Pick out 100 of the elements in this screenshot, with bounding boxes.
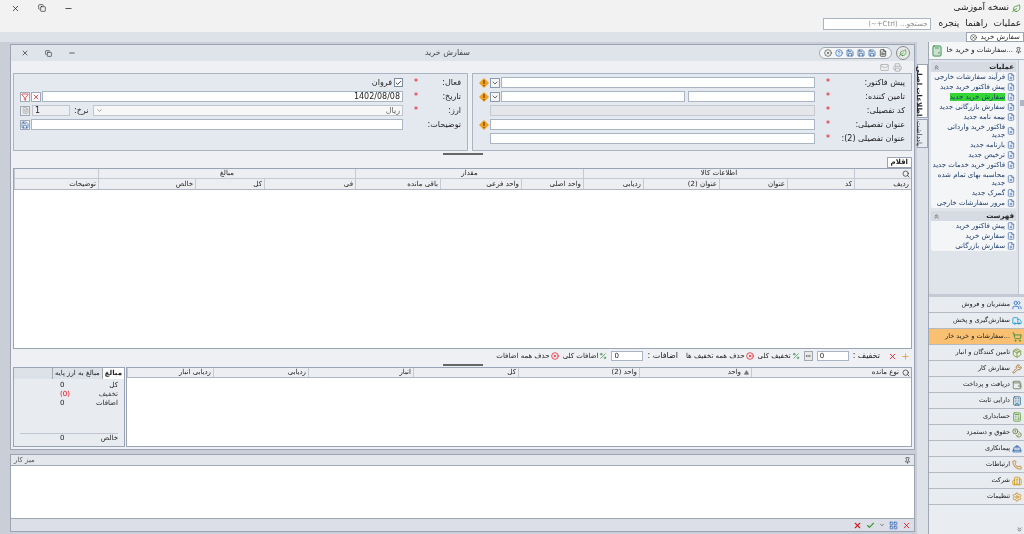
- pin-icon[interactable]: [1015, 47, 1022, 54]
- document-icon: [1007, 93, 1015, 101]
- save-icon[interactable]: [857, 49, 865, 57]
- field-label: توضیحات:: [426, 118, 461, 131]
- calculator-icon: [1012, 411, 1022, 422]
- checkbox-label: فروان: [371, 76, 392, 89]
- required-mark: *: [826, 90, 830, 103]
- chevron-icon[interactable]: [1016, 526, 1023, 533]
- delete-icon[interactable]: [853, 520, 862, 530]
- caret-icon: [95, 107, 103, 114]
- grid-icon[interactable]: [889, 520, 898, 530]
- truck-icon: [1012, 315, 1022, 326]
- warning-icon: [479, 119, 489, 130]
- save-icon[interactable]: [846, 49, 854, 57]
- scrollbar-thumb[interactable]: [1019, 100, 1024, 106]
- splitter-grip[interactable]: [442, 152, 483, 155]
- document-icon: [1007, 161, 1015, 169]
- phone-icon: [1012, 459, 1022, 470]
- caret-icon[interactable]: [879, 522, 885, 528]
- field-label: کد تفصیلی:: [865, 104, 905, 117]
- restore-icon[interactable]: [45, 49, 52, 57]
- document-icon: [1007, 151, 1015, 159]
- required-mark: *: [414, 76, 418, 89]
- document-icon: [1007, 232, 1015, 240]
- menu-item[interactable]: پنجره: [938, 17, 960, 31]
- save-button[interactable]: [20, 119, 30, 130]
- document-icon: [1007, 127, 1015, 135]
- app-title: نسخه آموزشی: [953, 1, 1009, 15]
- close-icon[interactable]: [902, 520, 911, 530]
- warning-icon: [479, 77, 489, 88]
- wrench-icon: [1012, 363, 1022, 374]
- combo-field[interactable]: [501, 77, 815, 88]
- wallet-icon: [1012, 379, 1022, 390]
- required-mark: *: [826, 118, 830, 131]
- warning-icon: [479, 91, 489, 102]
- dropdown-button[interactable]: [490, 91, 500, 102]
- menu-item[interactable]: عملیات: [993, 17, 1021, 31]
- required-mark: *: [826, 132, 830, 145]
- combo-field[interactable]: [501, 91, 685, 102]
- collapse-icon[interactable]: [933, 63, 940, 71]
- sort-icon[interactable]: [744, 370, 749, 375]
- text-field[interactable]: [490, 133, 815, 144]
- close-icon[interactable]: [11, 3, 20, 13]
- restore-icon[interactable]: [38, 4, 46, 12]
- calculator-icon: [931, 44, 943, 57]
- code-field[interactable]: [688, 91, 815, 102]
- ellipsis-button[interactable]: [803, 351, 813, 361]
- currency-combo[interactable]: ریال: [92, 105, 403, 116]
- date-field[interactable]: 1402/08/08: [42, 91, 403, 102]
- checkbox[interactable]: [394, 78, 403, 87]
- field-label: فعال:: [441, 76, 461, 89]
- field-label: عنوان تفصیلی (2):: [840, 132, 905, 145]
- clear-button[interactable]: [31, 91, 41, 102]
- menu-item[interactable]: راهنما: [965, 17, 988, 31]
- delete-icon[interactable]: [888, 351, 897, 361]
- app-logo-icon: [1012, 3, 1021, 13]
- field-label: عنوان تفصیلی:: [854, 118, 905, 131]
- document-icon: [1007, 199, 1015, 207]
- remove-icon: [745, 352, 754, 360]
- text-field[interactable]: [490, 119, 815, 130]
- percent-icon: [791, 352, 800, 360]
- required-mark: *: [826, 76, 830, 89]
- document-icon: [1007, 242, 1015, 250]
- document-icon: [1007, 175, 1015, 183]
- settings-icon: [1012, 491, 1022, 502]
- document-icon: [1007, 113, 1015, 121]
- discount-label: تخفیف :: [852, 350, 880, 362]
- office-icon: [1012, 475, 1022, 486]
- close-icon[interactable]: [21, 49, 29, 57]
- check-icon[interactable]: [866, 520, 875, 530]
- remove-icon: [550, 352, 559, 360]
- field-label: پیش فاکتور:: [863, 76, 905, 89]
- close-icon[interactable]: [824, 49, 832, 57]
- package-icon: [1012, 347, 1022, 358]
- cart-icon: [1012, 331, 1022, 342]
- rate-field[interactable]: 1: [32, 105, 70, 116]
- collapse-icon[interactable]: [933, 212, 940, 220]
- close-icon[interactable]: [970, 33, 978, 41]
- new-file-icon[interactable]: [879, 49, 887, 57]
- hard-hat-icon: [1012, 443, 1022, 454]
- field-label: تامین کننده:: [864, 90, 905, 103]
- coins-icon: [1012, 427, 1022, 438]
- logo-icon[interactable]: [896, 46, 910, 60]
- help-icon[interactable]: [835, 49, 843, 57]
- rate-button[interactable]: [20, 105, 30, 116]
- document-icon: [1007, 189, 1015, 197]
- ellipsis-icon: [805, 353, 812, 359]
- document-icon: [1007, 83, 1015, 91]
- document-icon: [1007, 222, 1015, 230]
- dropdown-button[interactable]: [490, 77, 500, 88]
- notes-field[interactable]: [31, 119, 403, 130]
- required-mark: *: [414, 90, 418, 103]
- required-mark: *: [414, 104, 418, 117]
- filter-button[interactable]: [20, 91, 30, 102]
- pin-icon[interactable]: [904, 456, 911, 464]
- search-icon[interactable]: [902, 369, 910, 377]
- document-icon: [1007, 103, 1015, 111]
- save-icon[interactable]: [868, 49, 876, 57]
- people-icon: [1012, 299, 1022, 310]
- search-icon[interactable]: [902, 169, 910, 178]
